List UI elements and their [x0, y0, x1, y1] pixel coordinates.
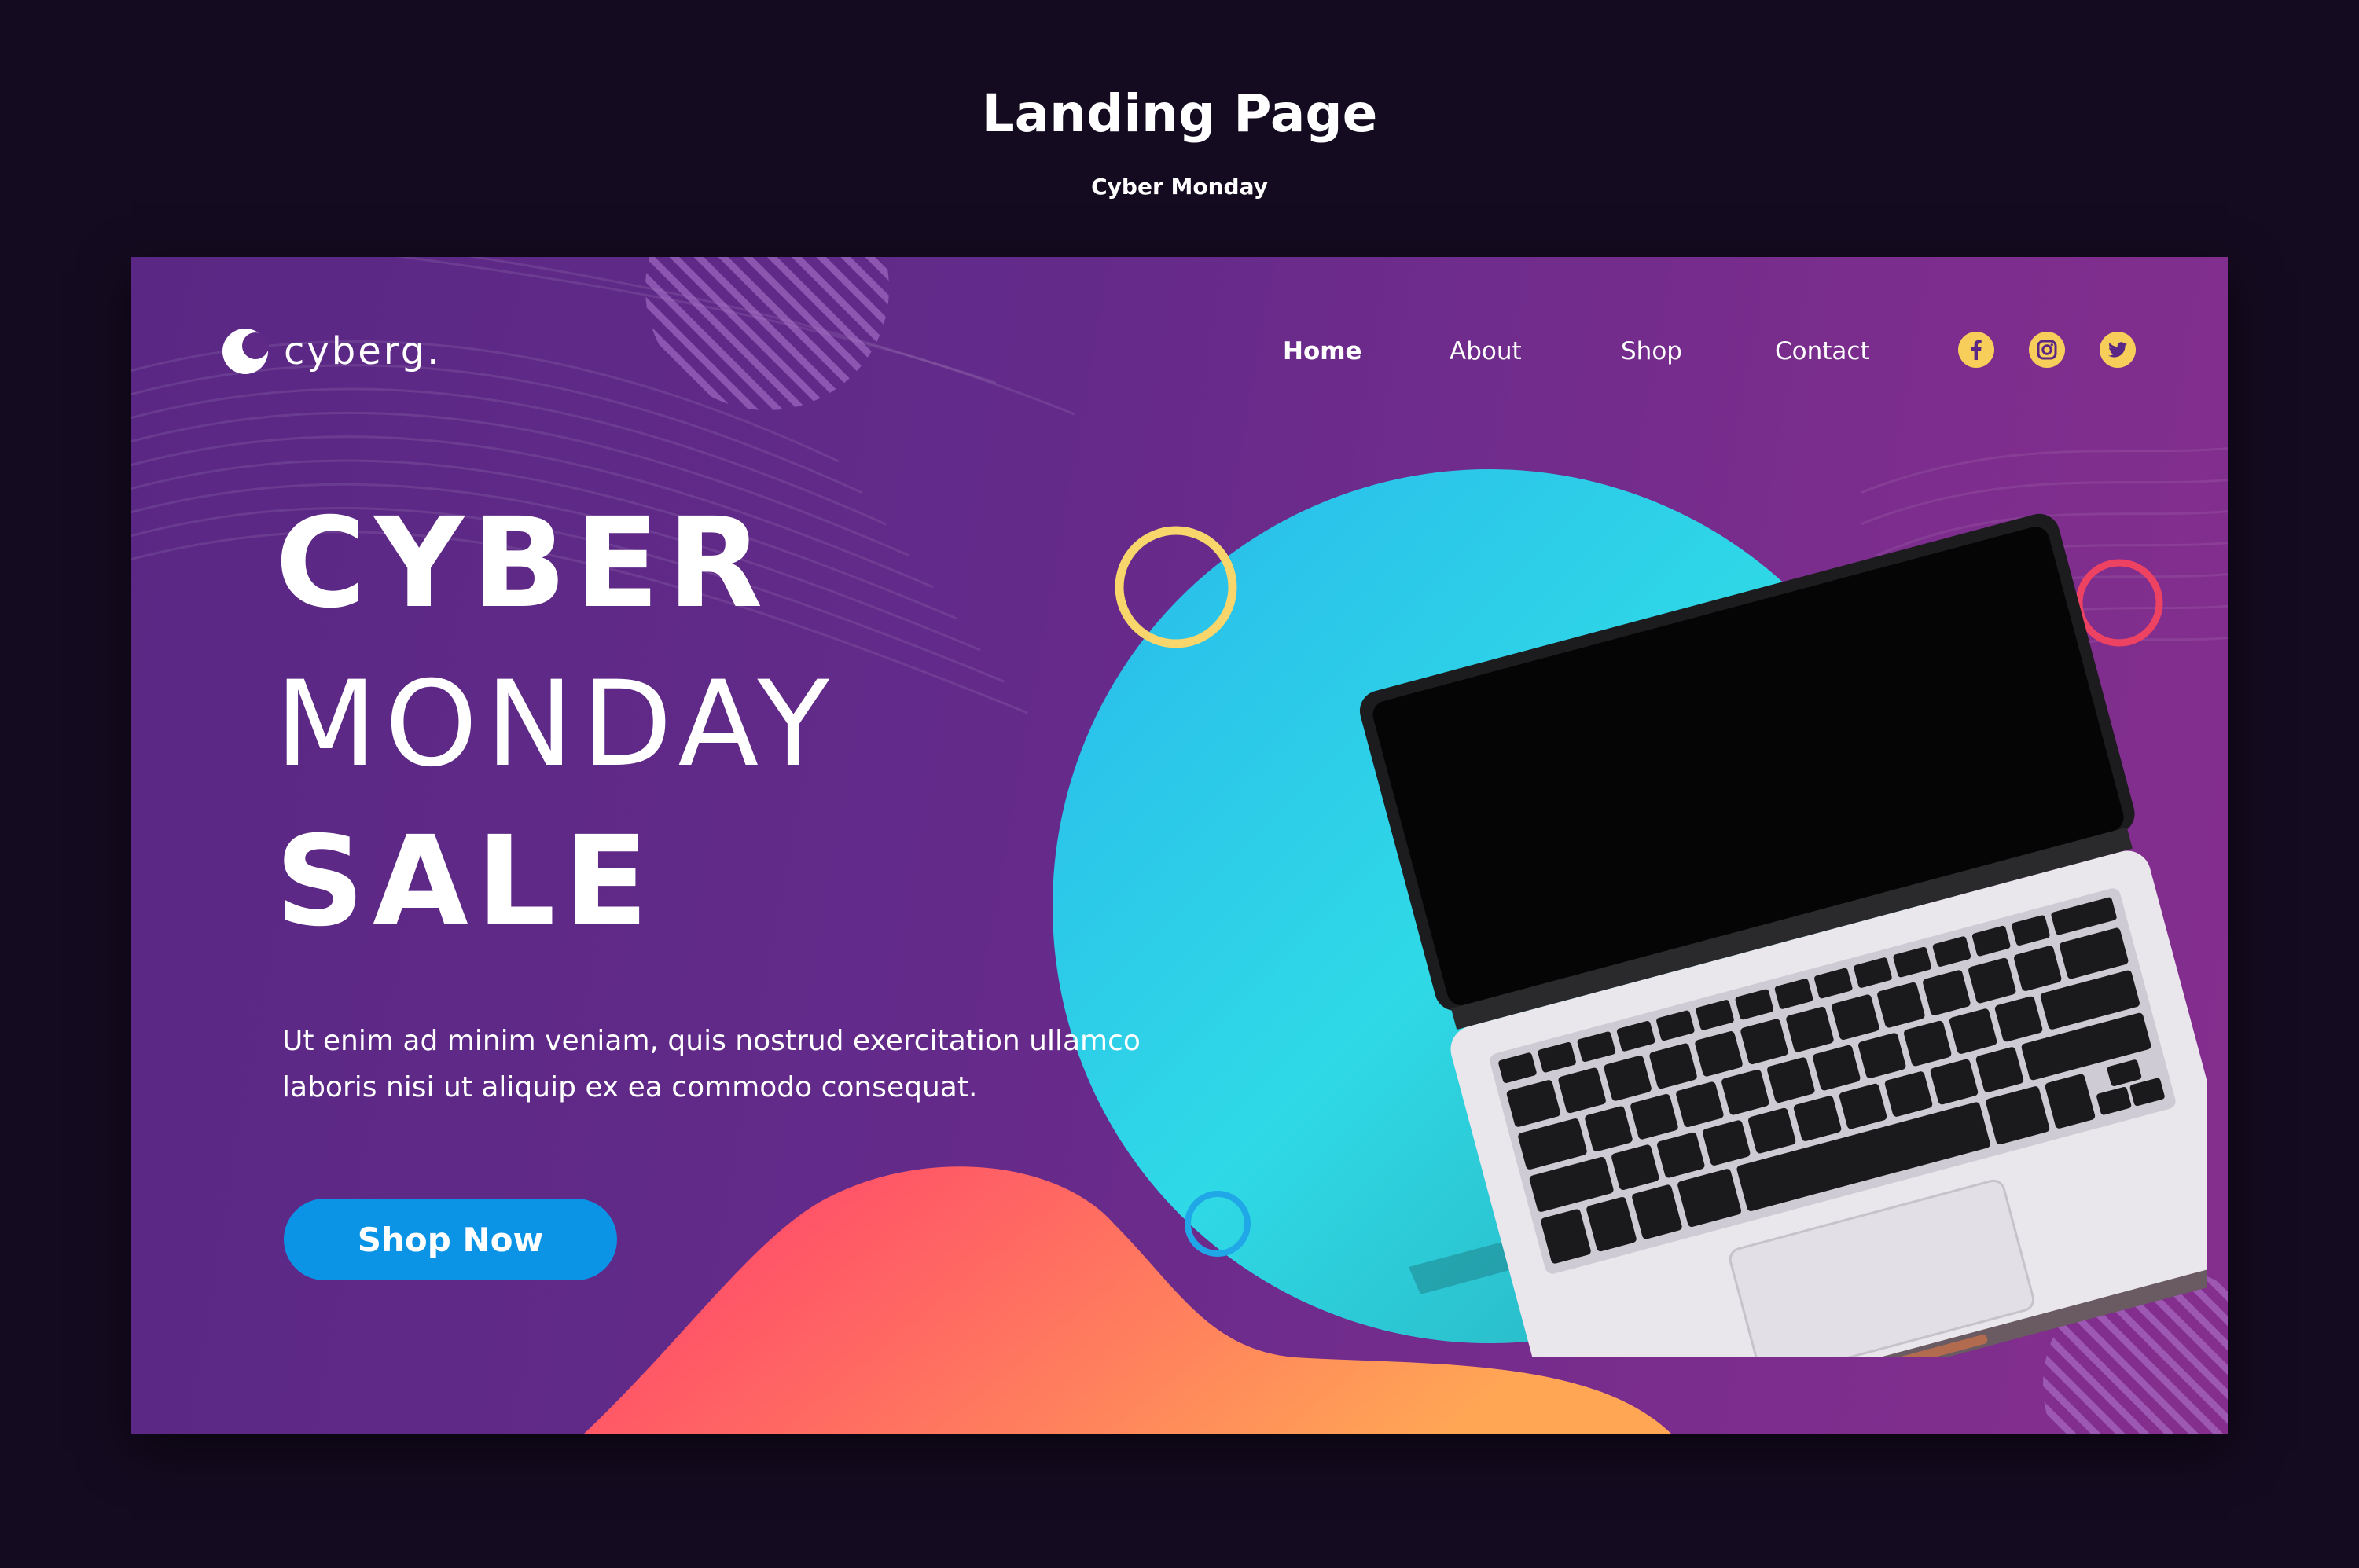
- facebook-button[interactable]: [1958, 332, 1994, 368]
- page: Landing Page Cyber Monday cyberg. Home A…: [0, 0, 2359, 1568]
- headline-sale: SALE: [275, 810, 656, 954]
- landing-page-banner: cyberg. Home About Shop Contact CYBER MO…: [131, 257, 2228, 1434]
- laptop-image: [1359, 513, 2207, 1357]
- nav-shop[interactable]: Shop: [1621, 332, 1682, 371]
- twitter-icon: [2108, 342, 2127, 358]
- nav-home[interactable]: Home: [1283, 332, 1362, 371]
- crescent-logo-icon: [222, 329, 269, 374]
- headline-monday: MONDAY: [275, 656, 838, 793]
- facebook-icon: [1971, 340, 1982, 360]
- headline-cyber: CYBER: [275, 491, 771, 636]
- striped-disc-top: [645, 257, 889, 410]
- shop-now-button[interactable]: Shop Now: [284, 1199, 617, 1280]
- brand-logo[interactable]: cyberg.: [221, 324, 441, 379]
- nav-contact[interactable]: Contact: [1775, 332, 1870, 371]
- instagram-icon: [2037, 340, 2057, 360]
- hero-description-line-1: Ut enim ad minim veniam, quis nostrud ex…: [282, 1025, 1141, 1057]
- page-subtitle: Cyber Monday: [1091, 174, 1268, 200]
- instagram-button[interactable]: [2029, 332, 2065, 368]
- hero-description-line-2: laboris nisi ut aliquip ex ea commodo co…: [282, 1071, 978, 1103]
- hero-description: Ut enim ad minim veniam, quis nostrud ex…: [282, 1018, 1147, 1111]
- page-title: Landing Page: [981, 83, 1378, 144]
- twitter-button[interactable]: [2100, 332, 2136, 368]
- brand-name: cyberg.: [284, 329, 442, 373]
- nav-about[interactable]: About: [1450, 332, 1522, 371]
